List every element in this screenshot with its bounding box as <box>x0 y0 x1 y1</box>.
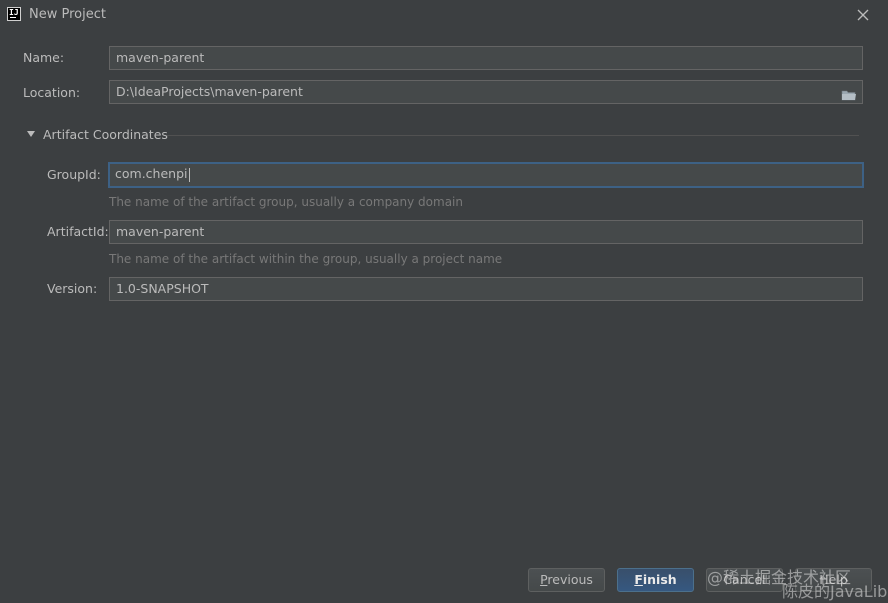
version-value: 1.0-SNAPSHOT <box>116 281 209 296</box>
name-input[interactable]: maven-parent <box>109 46 863 70</box>
location-input[interactable]: D:\IdeaProjects\maven-parent <box>109 80 863 104</box>
intellij-logo-icon: IJ <box>7 7 21 21</box>
window-title: New Project <box>29 7 106 22</box>
groupid-hint: The name of the artifact group, usually … <box>109 195 463 209</box>
version-input[interactable]: 1.0-SNAPSHOT <box>109 277 863 301</box>
triangle-down-icon[interactable] <box>27 131 35 137</box>
watermark-line2: 陈皮的JavaLib <box>782 582 888 601</box>
artifactid-input[interactable]: maven-parent <box>109 220 863 244</box>
close-icon[interactable] <box>854 6 872 24</box>
name-label: Name: <box>23 50 65 65</box>
artifactid-label: ArtifactId: <box>47 224 109 239</box>
artifactid-value: maven-parent <box>116 224 205 239</box>
section-divider <box>167 135 859 136</box>
location-label: Location: <box>23 85 81 100</box>
title-bar: IJ New Project <box>0 0 888 30</box>
groupid-value: com.chenpi <box>115 166 188 181</box>
folder-icon[interactable] <box>841 86 857 101</box>
groupid-input[interactable]: com.chenpi <box>108 162 864 188</box>
name-value: maven-parent <box>116 50 205 65</box>
groupid-label: GroupId: <box>47 167 101 182</box>
version-label: Version: <box>47 281 98 296</box>
text-caret <box>188 167 190 182</box>
artifact-coordinates-toggle[interactable]: Artifact Coordinates <box>43 127 168 142</box>
previous-button[interactable]: Previous <box>528 568 605 592</box>
finish-button[interactable]: Finish <box>617 568 694 592</box>
artifactid-hint: The name of the artifact within the grou… <box>109 252 503 266</box>
location-value: D:\IdeaProjects\maven-parent <box>116 84 303 99</box>
